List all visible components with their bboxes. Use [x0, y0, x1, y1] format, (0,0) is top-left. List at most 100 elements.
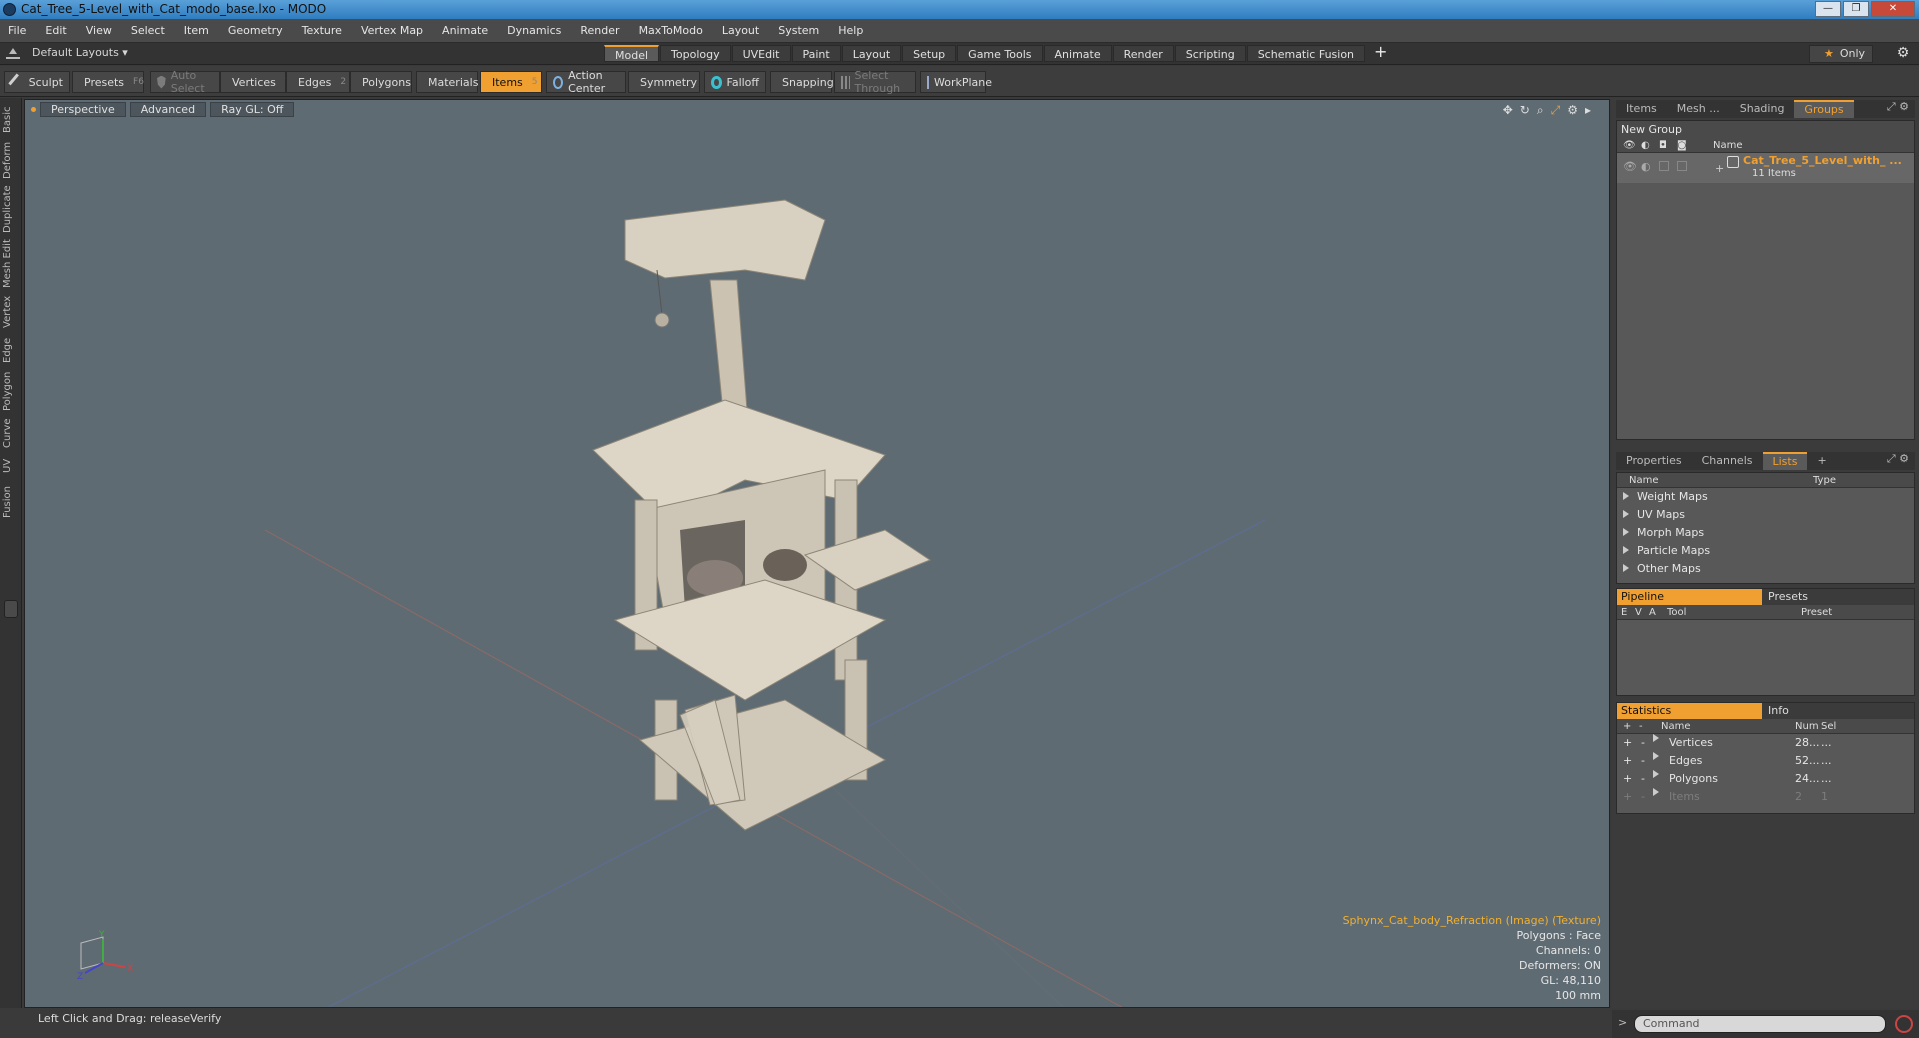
- tab-schematic-fusion[interactable]: Schematic Fusion: [1246, 45, 1366, 62]
- tab-deform[interactable]: Deform: [2, 140, 20, 180]
- auto-select-button[interactable]: Auto Select: [150, 69, 220, 95]
- menu-maxtomodo[interactable]: MaxToModo: [639, 24, 703, 37]
- command-stop-icon[interactable]: [1895, 1015, 1913, 1033]
- tab-scripting[interactable]: Scripting: [1174, 45, 1246, 62]
- tab-lists[interactable]: Lists: [1762, 452, 1808, 470]
- maximize-view-icon[interactable]: ⤢: [1551, 103, 1561, 118]
- menu-geometry[interactable]: Geometry: [228, 24, 283, 37]
- tab-fusion[interactable]: Fusion: [2, 482, 20, 522]
- falloff-button[interactable]: Falloff: [704, 71, 766, 93]
- sculpt-button[interactable]: Sculpt: [4, 71, 70, 93]
- edges-button[interactable]: Edges 2: [286, 71, 350, 93]
- shading-mode-button[interactable]: Advanced: [129, 102, 207, 117]
- tab-mesh[interactable]: Mesh ...: [1667, 100, 1730, 118]
- tab-duplicate[interactable]: Duplicate: [2, 184, 20, 234]
- stats-col-remove[interactable]: -: [1639, 719, 1643, 734]
- expand-arrow-icon[interactable]: [1653, 770, 1659, 778]
- expand-arrow-icon[interactable]: [1653, 788, 1659, 796]
- only-toggle[interactable]: ★ Only: [1809, 45, 1873, 63]
- tab-vertex[interactable]: Vertex: [2, 294, 20, 330]
- list-name-header[interactable]: Name: [1629, 473, 1659, 488]
- menu-vertex-map[interactable]: Vertex Map: [361, 24, 423, 37]
- layout-dropdown[interactable]: Default Layouts ▾: [32, 46, 128, 59]
- tab-statistics[interactable]: Statistics: [1617, 703, 1762, 719]
- maximize-button[interactable]: ❐: [1843, 1, 1869, 17]
- presets-button[interactable]: Presets F6: [72, 71, 144, 93]
- add-panel-tab[interactable]: +: [1807, 452, 1836, 470]
- workplane-button[interactable]: WorkPlane: [920, 71, 992, 93]
- snapping-button[interactable]: Snapping: [770, 71, 834, 93]
- menu-animate[interactable]: Animate: [442, 24, 488, 37]
- tab-edge[interactable]: Edge: [2, 334, 20, 366]
- menu-edit[interactable]: Edit: [45, 24, 66, 37]
- rotate-view-icon[interactable]: ↻: [1520, 103, 1530, 118]
- expand-arrow-icon[interactable]: [1623, 564, 1629, 572]
- pipeline-col-v[interactable]: V: [1635, 605, 1642, 620]
- group-name[interactable]: Cat_Tree_5_Level_with_ ...: [1743, 154, 1902, 167]
- list-item-particle-maps[interactable]: Particle Maps: [1617, 542, 1914, 560]
- tab-shading[interactable]: Shading: [1730, 100, 1795, 118]
- tab-uvedit[interactable]: UVEdit: [731, 45, 791, 62]
- symmetry-button[interactable]: Symmetry: [628, 71, 700, 93]
- gear-icon[interactable]: ⚙: [1895, 45, 1911, 61]
- pipeline-col-tool[interactable]: Tool: [1667, 605, 1686, 620]
- add-tab-button[interactable]: +: [1374, 44, 1387, 62]
- zoom-view-icon[interactable]: ⌕: [1537, 103, 1544, 118]
- stats-row-edges[interactable]: + - Edges 52... ...: [1617, 752, 1914, 770]
- list-item-other-maps[interactable]: Other Maps: [1617, 560, 1914, 578]
- tab-items[interactable]: Items: [1616, 100, 1667, 118]
- list-item-morph-maps[interactable]: Morph Maps: [1617, 524, 1914, 542]
- group-render-icon[interactable]: ◐: [1641, 160, 1651, 173]
- list-item-weight-maps[interactable]: Weight Maps: [1617, 488, 1914, 506]
- layout-eject-icon[interactable]: [6, 47, 20, 59]
- stats-add-icon[interactable]: +: [1623, 770, 1632, 788]
- viewport-settings-icon[interactable]: ⚙: [1567, 103, 1578, 118]
- menu-item[interactable]: Item: [184, 24, 209, 37]
- group-row[interactable]: 👁 ◐ + Cat_Tree_5_Level_with_ ... 11 Item…: [1617, 153, 1914, 183]
- materials-button[interactable]: Materials: [416, 71, 478, 93]
- expand-arrow-icon[interactable]: [1653, 752, 1659, 760]
- tab-setup[interactable]: Setup: [902, 45, 957, 62]
- tab-animate[interactable]: Animate: [1043, 45, 1112, 62]
- minimize-button[interactable]: —: [1815, 1, 1841, 17]
- stats-row-vertices[interactable]: + - Vertices 28... ...: [1617, 734, 1914, 752]
- tab-curve[interactable]: Curve: [2, 416, 20, 450]
- expand-arrow-icon[interactable]: [1623, 492, 1629, 500]
- stats-col-sel[interactable]: Sel: [1821, 719, 1836, 734]
- stats-add-icon[interactable]: +: [1623, 788, 1632, 806]
- menu-dynamics[interactable]: Dynamics: [507, 24, 561, 37]
- select-column-icon[interactable]: ◙: [1677, 138, 1687, 153]
- 3d-viewport[interactable]: Perspective Advanced Ray GL: Off ✥ ↻ ⌕ ⤢…: [24, 99, 1610, 1008]
- menu-select[interactable]: Select: [131, 24, 165, 37]
- tab-layout[interactable]: Layout: [841, 45, 902, 62]
- group-expand-icon[interactable]: +: [1715, 162, 1724, 175]
- tab-game-tools[interactable]: Game Tools: [957, 45, 1043, 62]
- expand-arrow-icon[interactable]: [1653, 734, 1659, 742]
- expand-arrow-icon[interactable]: [1623, 546, 1629, 554]
- stats-add-icon[interactable]: +: [1623, 734, 1632, 752]
- items-button[interactable]: Items 5: [480, 71, 542, 93]
- tab-channels[interactable]: Channels: [1692, 452, 1763, 470]
- view-type-button[interactable]: Perspective: [40, 102, 126, 117]
- pipeline-col-e[interactable]: E: [1621, 605, 1627, 620]
- panel-expand-icon[interactable]: ⤢ ⚙: [1887, 100, 1909, 114]
- tab-pipeline[interactable]: Pipeline: [1617, 589, 1762, 605]
- tab-presets[interactable]: Presets: [1762, 589, 1808, 605]
- stats-row-items[interactable]: + - Items 2 1: [1617, 788, 1914, 806]
- stats-remove-icon[interactable]: -: [1641, 788, 1645, 806]
- tab-topology[interactable]: Topology: [660, 45, 731, 62]
- pipeline-col-preset[interactable]: Preset: [1801, 605, 1832, 620]
- tab-mesh-edit[interactable]: Mesh Edit: [2, 238, 20, 290]
- stats-row-polygons[interactable]: + - Polygons 24... ...: [1617, 770, 1914, 788]
- list-type-header[interactable]: Type: [1813, 473, 1836, 488]
- stats-remove-icon[interactable]: -: [1641, 752, 1645, 770]
- tab-properties[interactable]: Properties: [1616, 452, 1692, 470]
- name-column-header[interactable]: Name: [1713, 138, 1743, 153]
- viewport-menu-dot-icon[interactable]: [31, 107, 36, 112]
- menu-layout[interactable]: Layout: [722, 24, 759, 37]
- tab-groups[interactable]: Groups: [1794, 100, 1854, 118]
- layout-selector[interactable]: Default Layouts ▾: [6, 46, 128, 59]
- new-group-button[interactable]: New Group: [1617, 121, 1914, 138]
- tab-info[interactable]: Info: [1762, 703, 1789, 719]
- menu-texture[interactable]: Texture: [302, 24, 342, 37]
